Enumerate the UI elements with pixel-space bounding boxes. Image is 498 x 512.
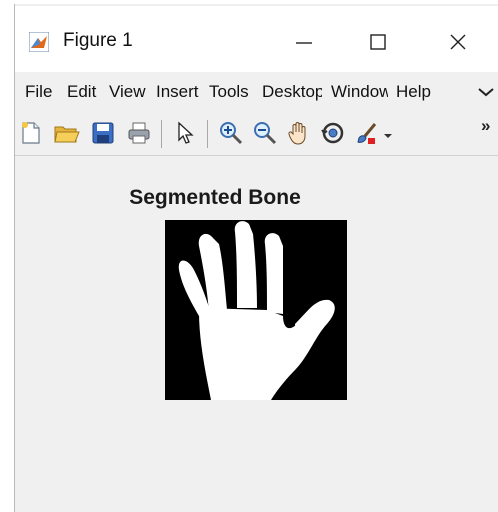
close-button[interactable]: [431, 20, 485, 64]
menu-tools[interactable]: Tools: [209, 81, 253, 105]
zoom-out-button[interactable]: [251, 118, 279, 148]
zoom-out-icon: [254, 122, 277, 145]
rotate-3d-button[interactable]: [319, 118, 347, 148]
figure-toolbar: »: [15, 112, 498, 156]
dropdown-arrow-icon[interactable]: [383, 132, 393, 140]
menu-file[interactable]: File: [25, 81, 57, 105]
open-folder-icon: [54, 126, 80, 143]
matlab-logo-icon: [29, 32, 49, 52]
data-brush-button[interactable]: [353, 118, 381, 148]
close-icon: [450, 34, 466, 50]
menu-help[interactable]: Help: [396, 81, 433, 105]
menu-window[interactable]: Window: [331, 81, 388, 105]
new-figure-button[interactable]: [17, 118, 45, 148]
save-icon: [92, 122, 114, 144]
menu-insert[interactable]: Insert: [156, 81, 200, 105]
menu-overflow-icon[interactable]: [477, 84, 495, 100]
figure-window: Figure 1 File Edit View Insert Tools Des…: [14, 4, 498, 512]
window-title: Figure 1: [63, 30, 133, 51]
print-button[interactable]: [125, 118, 153, 148]
menu-desktop[interactable]: Desktop: [262, 81, 322, 105]
axes-title: Segmented Bone: [129, 186, 301, 209]
toolbar-overflow-button[interactable]: »: [481, 116, 490, 136]
open-file-button[interactable]: [53, 118, 81, 148]
menu-edit[interactable]: Edit: [67, 81, 99, 105]
new-file-icon: [22, 122, 40, 144]
toolbar-separator: [161, 120, 162, 148]
brush-icon: [357, 123, 377, 144]
pointer-icon: [178, 121, 194, 144]
zoom-in-icon: [220, 122, 243, 145]
minimize-button[interactable]: [277, 20, 331, 64]
pan-hand-icon: [288, 122, 306, 145]
edit-plot-button[interactable]: [171, 118, 199, 148]
segmented-bone-image: [165, 220, 347, 400]
menu-view[interactable]: View: [109, 81, 146, 105]
pan-button[interactable]: [285, 118, 313, 148]
hand-silhouette: [165, 220, 347, 400]
toolbar-separator: [207, 120, 208, 148]
maximize-icon: [370, 34, 386, 50]
rotate-3d-icon: [321, 122, 344, 144]
save-button[interactable]: [89, 118, 117, 148]
figure-canvas: Segmented Bone: [15, 156, 498, 512]
zoom-in-button[interactable]: [217, 118, 245, 148]
maximize-button[interactable]: [351, 20, 405, 64]
title-bar[interactable]: Figure 1: [15, 6, 498, 72]
menu-bar: File Edit View Insert Tools Desktop Wind…: [15, 72, 498, 112]
print-icon: [128, 122, 150, 144]
minimize-icon: [296, 42, 312, 44]
